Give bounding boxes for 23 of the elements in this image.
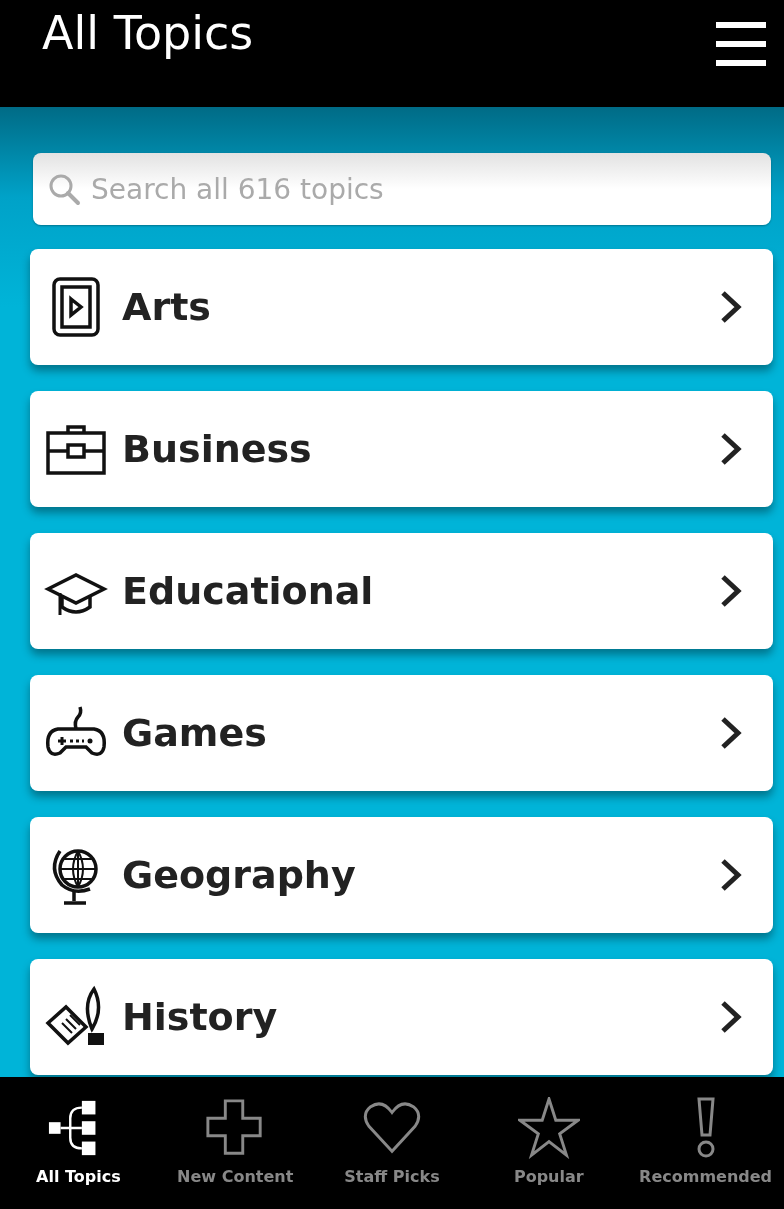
topic-item[interactable]: Arts (30, 249, 773, 365)
chevron-right-icon (719, 999, 743, 1035)
chevron-right-icon (719, 289, 743, 325)
search-field[interactable]: Search all 616 topics (33, 153, 771, 225)
star-icon (517, 1097, 580, 1159)
topic-item[interactable]: Business (30, 391, 773, 507)
search-icon (47, 172, 81, 206)
topic-item[interactable]: Games (30, 675, 773, 791)
topic-item[interactable]: History (30, 959, 773, 1075)
tab-bar-item[interactable]: Popular (470, 1077, 628, 1209)
menu-icon (716, 22, 766, 66)
chevron-right-icon (719, 431, 743, 467)
topic-item[interactable]: Educational (30, 533, 773, 649)
tab-bar-item[interactable]: Recommended (627, 1077, 784, 1209)
chevron-right-icon (719, 857, 743, 893)
page-title: All Topics (42, 8, 254, 59)
chevron-right-icon (719, 715, 743, 751)
chevron-right-icon (719, 573, 743, 609)
tab-bar-item[interactable]: All Topics (0, 1077, 157, 1209)
exclamation-icon (695, 1097, 716, 1159)
tab-bar-item[interactable]: Staff Picks (313, 1077, 471, 1209)
topic-item[interactable]: Geography (30, 817, 773, 933)
tab-bar-item[interactable]: New Content (156, 1077, 314, 1209)
